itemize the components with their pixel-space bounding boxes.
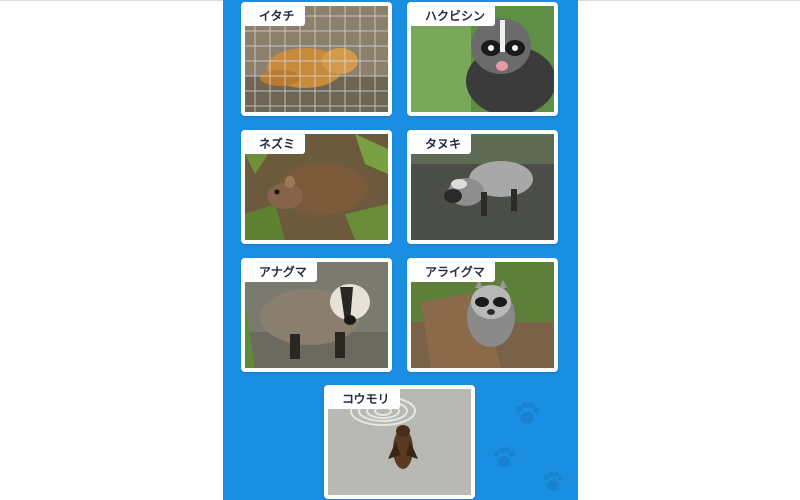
animal-card-araiguma[interactable]: アライグマ (407, 258, 558, 372)
animal-label: ハクビシン (411, 6, 496, 26)
animal-label: ネズミ (245, 134, 306, 154)
animal-card-tanuki[interactable]: タヌキ (407, 130, 558, 244)
animal-label: アライグマ (411, 262, 495, 282)
paw-print-icon (516, 402, 539, 424)
paw-print-icon (493, 446, 516, 468)
animal-card-itachi[interactable]: イタチ (241, 2, 392, 116)
animal-card-hakubishin[interactable]: ハクビシン (407, 2, 558, 116)
animal-card-koumori[interactable]: コウモリ (324, 385, 475, 499)
animal-label: タヌキ (411, 134, 472, 154)
animal-panel: イタチ ハクビシン ネズミ タヌキ アナグマ アライグマ コウモリ (223, 0, 578, 500)
page: イタチ ハクビシン ネズミ タヌキ アナグマ アライグマ コウモリ (0, 0, 800, 500)
animal-label: イタチ (245, 6, 305, 26)
animal-card-anaguma[interactable]: アナグマ (241, 258, 392, 372)
animal-label: アナグマ (245, 262, 317, 282)
paw-print-icon (543, 471, 564, 491)
animal-card-nezumi[interactable]: ネズミ (241, 130, 392, 244)
animal-label: コウモリ (328, 389, 400, 409)
